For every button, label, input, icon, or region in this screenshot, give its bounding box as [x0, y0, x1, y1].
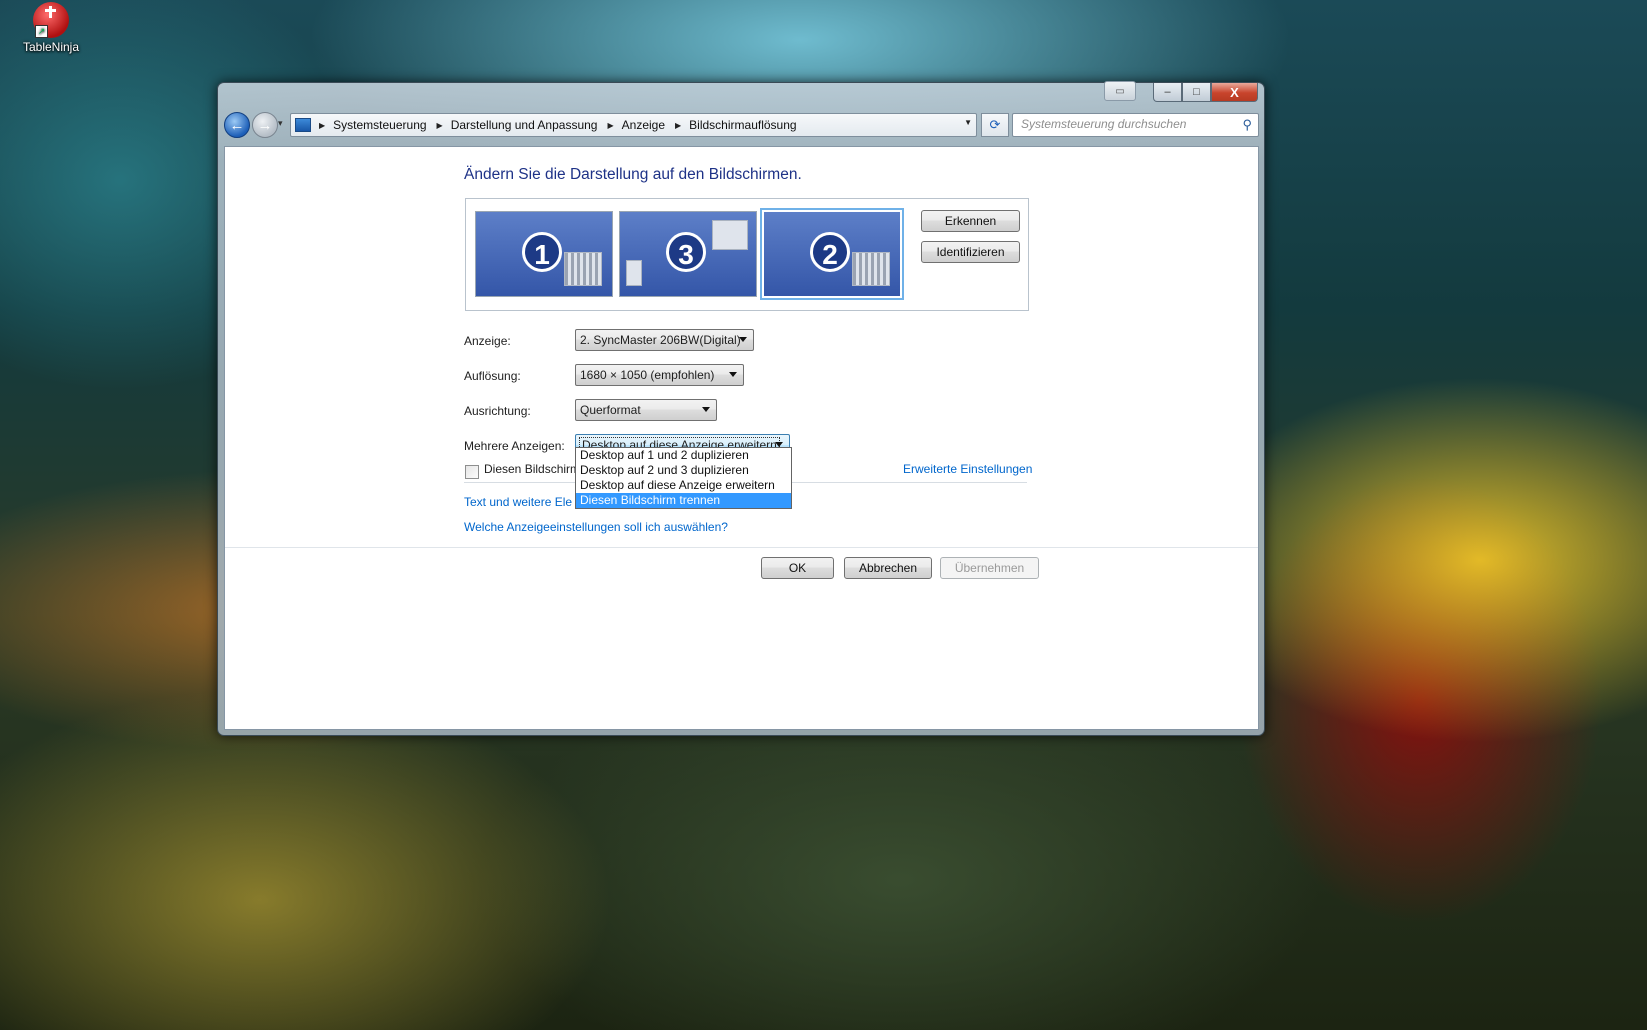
monitor-2[interactable]: 2: [760, 208, 904, 300]
multiple-displays-dropdown-list: Desktop auf 1 und 2 duplizieren Desktop …: [575, 447, 792, 509]
breadcrumb-item[interactable]: ▶ Systemsteuerung: [317, 118, 435, 132]
identify-button[interactable]: Identifizieren: [921, 241, 1020, 263]
window-snap-icon[interactable]: ▭: [1104, 81, 1136, 101]
resolution-select[interactable]: 1680 × 1050 (empfohlen): [575, 364, 744, 386]
monitor-preview-icon: [712, 220, 748, 250]
monitor-3[interactable]: 3: [619, 211, 757, 297]
content-area: Ändern Sie die Darstellung auf den Bilds…: [224, 146, 1259, 730]
chevron-down-icon: [729, 372, 737, 377]
page-title: Ändern Sie die Darstellung auf den Bilds…: [464, 166, 802, 183]
back-button[interactable]: ←: [224, 112, 250, 138]
breadcrumb-separator-icon: ▶: [607, 120, 614, 130]
breadcrumb-item[interactable]: ▶ Bildschirmauflösung: [673, 118, 805, 132]
display-value: 2. SyncMaster 206BW(Digital): [580, 333, 741, 347]
search-box[interactable]: ⚲: [1012, 113, 1259, 137]
monitor-number: 1: [522, 232, 562, 272]
desktop-icon-label: TableNinja: [22, 40, 80, 54]
shortcut-arrow-icon: ↗: [35, 25, 48, 38]
advanced-settings-link[interactable]: Erweiterte Einstellungen: [903, 462, 1032, 476]
orientation-label: Ausrichtung:: [464, 404, 531, 418]
refresh-icon[interactable]: ⟳: [981, 113, 1009, 137]
breadcrumb-item[interactable]: ▶ Anzeige: [605, 118, 673, 132]
cancel-button[interactable]: Abbrechen: [844, 557, 932, 579]
chevron-down-icon: [702, 407, 710, 412]
display-label: Anzeige:: [464, 334, 511, 348]
history-dropdown-icon[interactable]: ▾: [278, 118, 283, 129]
screen-resolution-window: ▭ – □ X ← → ▾ ▶ Systemsteuerung ▶ Darstell…: [217, 81, 1265, 736]
monitor-1[interactable]: 1: [475, 211, 613, 297]
monitor-preview-icon: [852, 252, 890, 286]
minimize-button[interactable]: –: [1153, 83, 1182, 102]
dropdown-option[interactable]: Desktop auf 1 und 2 duplizieren: [576, 448, 791, 463]
orientation-value: Querformat: [580, 403, 641, 417]
primary-display-checkbox[interactable]: [465, 465, 479, 479]
breadcrumb-separator-icon: ▶: [319, 120, 326, 130]
help-link[interactable]: Welche Anzeigeeinstellungen soll ich aus…: [464, 520, 728, 534]
text-size-link[interactable]: Text und weitere Ele: [464, 495, 572, 509]
multiple-displays-label: Mehrere Anzeigen:: [464, 439, 565, 453]
breadcrumb-separator-icon: ▶: [675, 120, 682, 130]
display-select[interactable]: 2. SyncMaster 206BW(Digital): [575, 329, 754, 351]
ok-button[interactable]: OK: [761, 557, 834, 579]
address-dropdown-icon[interactable]: ▼: [964, 118, 972, 127]
address-bar[interactable]: ▶ Systemsteuerung ▶ Darstellung und Anpass…: [290, 113, 977, 137]
primary-display-checkbox-label[interactable]: Diesen Bildschirm: [484, 462, 580, 476]
orientation-select[interactable]: Querformat: [575, 399, 717, 421]
window-caption-buttons: – □ X: [1153, 83, 1258, 102]
divider: [225, 547, 1258, 548]
forward-button[interactable]: →: [252, 112, 278, 138]
desktop-icon-tableninja[interactable]: ↗ TableNinja: [18, 2, 84, 54]
close-button[interactable]: X: [1211, 83, 1258, 102]
navigation-bar: ← → ▾ ▶ Systemsteuerung ▶ Darstellung und …: [224, 112, 1259, 138]
dropdown-option[interactable]: Desktop auf 2 und 3 duplizieren: [576, 463, 791, 478]
breadcrumb-item[interactable]: ▶ Darstellung und Anpassung: [435, 118, 606, 132]
monitor-preview-icon: [626, 260, 642, 286]
apply-button[interactable]: Übernehmen: [940, 557, 1039, 579]
resolution-label: Auflösung:: [464, 369, 521, 383]
tableninja-app-icon: ↗: [33, 2, 69, 38]
resolution-value: 1680 × 1050 (empfohlen): [580, 368, 715, 382]
monitor-preview-icon: [564, 252, 602, 286]
monitor-arrangement-panel: 1 3 2 Erkennen Identifizieren: [465, 198, 1029, 311]
monitor-number: 2: [810, 232, 850, 272]
dropdown-option[interactable]: Desktop auf diese Anzeige erweitern: [576, 478, 791, 493]
control-panel-icon: [295, 118, 311, 132]
chevron-down-icon: [739, 337, 747, 342]
breadcrumb-separator-icon: ▶: [436, 120, 443, 130]
search-icon[interactable]: ⚲: [1242, 117, 1252, 133]
detect-button[interactable]: Erkennen: [921, 210, 1020, 232]
search-input[interactable]: [1013, 114, 1239, 134]
maximize-button[interactable]: □: [1182, 83, 1211, 102]
dropdown-option-highlighted[interactable]: Diesen Bildschirm trennen: [576, 493, 791, 508]
monitor-number: 3: [666, 232, 706, 272]
